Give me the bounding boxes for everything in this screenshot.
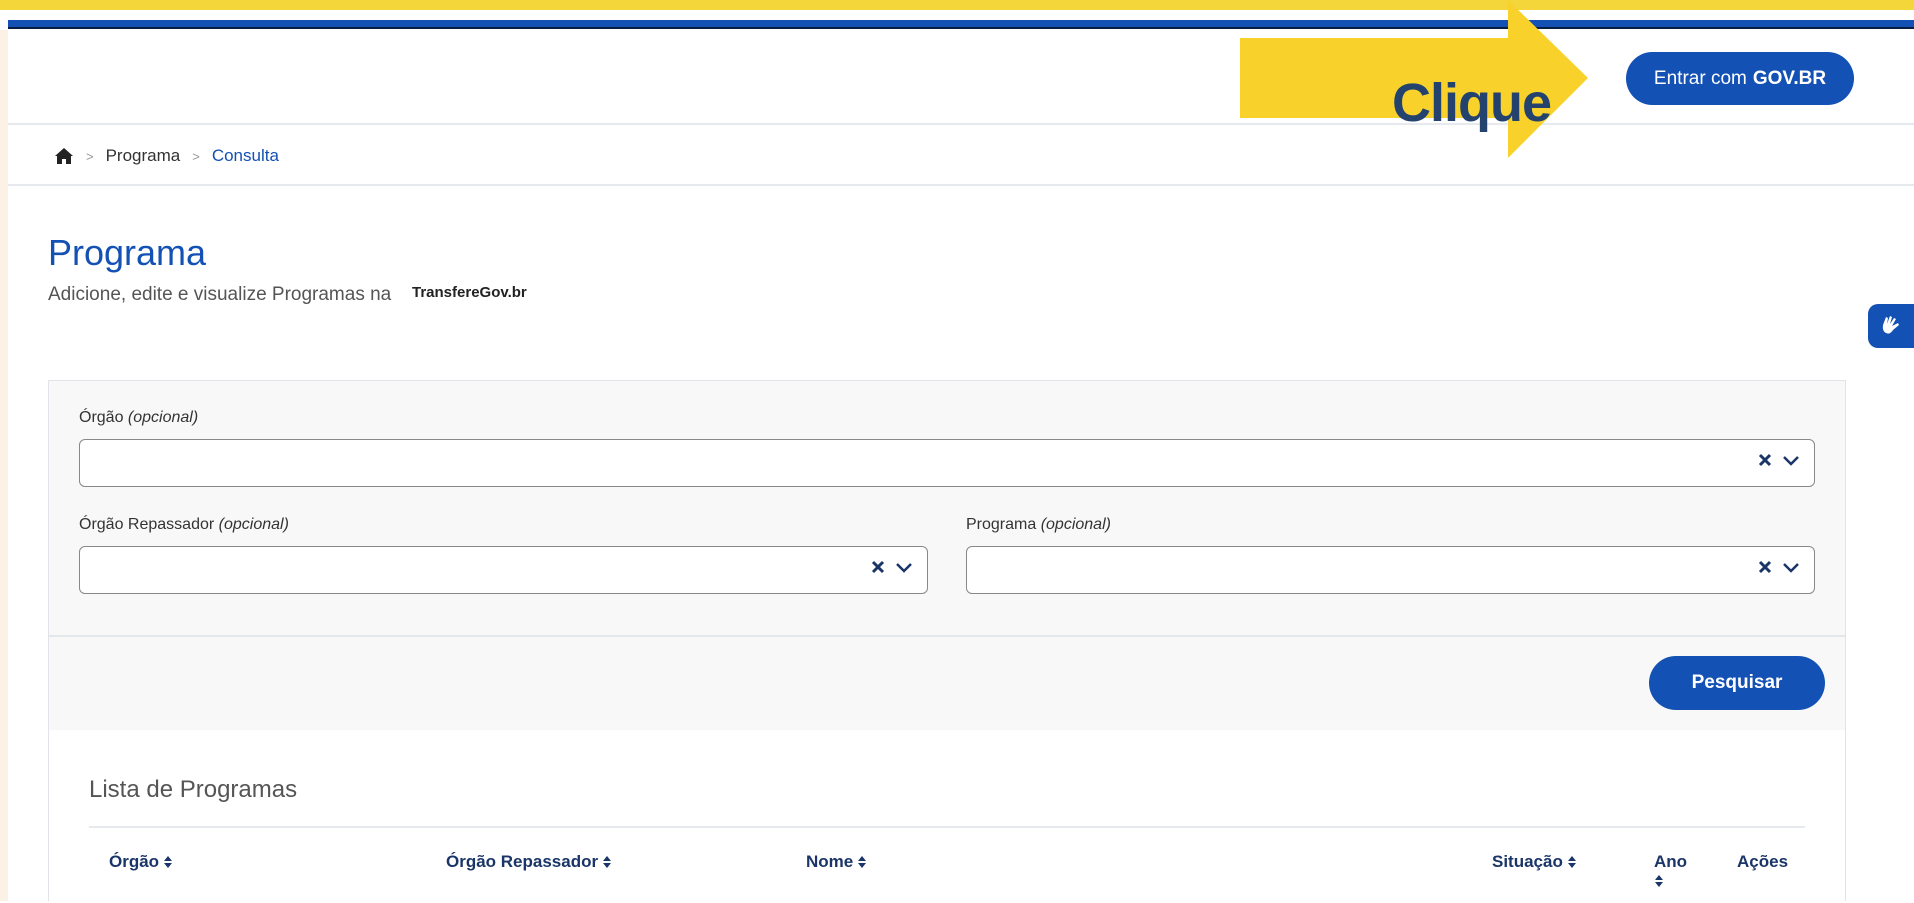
brand-name: TransfereGov.br	[412, 284, 527, 301]
results-section: Lista de Programas Órgão Órgão Repassado…	[48, 730, 1846, 901]
breadcrumb-divider	[8, 184, 1914, 186]
breadcrumb-item-consulta: Consulta	[211, 146, 279, 165]
orgao-optional-text: (opcional)	[127, 409, 199, 426]
column-header-label: Situação	[1492, 852, 1563, 871]
column-header-ano[interactable]: Ano	[1654, 852, 1687, 888]
breadcrumb-item-programa[interactable]: Programa	[106, 146, 181, 166]
breadcrumb: > Programa > Consulta	[54, 146, 279, 166]
home-icon[interactable]	[54, 147, 74, 165]
table-header: Órgão Órgão Repassador Nome Situação Ano…	[89, 826, 1805, 903]
sort-icon	[1567, 856, 1576, 868]
column-header-orgao-repassador[interactable]: Órgão Repassador	[446, 852, 612, 872]
sign-language-icon	[1882, 316, 1899, 334]
column-header-acoes: Ações	[1737, 852, 1788, 872]
sort-icon	[858, 856, 867, 868]
orgao-repassador-optional-text: (opcional)	[218, 516, 289, 533]
orgao-label: Órgão (opcional)	[79, 409, 198, 427]
page-title: Programa	[48, 232, 207, 273]
column-header-nome[interactable]: Nome	[806, 852, 867, 872]
login-prefix: Entrar com	[1653, 67, 1747, 89]
filter-panel: Órgão (opcional) Órgão Repassador (opcio…	[48, 380, 1846, 732]
column-header-situacao[interactable]: Situação	[1492, 852, 1577, 872]
orgao-repassador-label-text: Órgão Repassador	[79, 516, 215, 533]
sort-icon	[164, 856, 173, 868]
page-subtitle: Adicione, edite e visualize Programas na	[48, 284, 392, 305]
chevron-down-icon[interactable]	[895, 560, 913, 574]
top-brand-bar	[8, 20, 1914, 29]
results-title: Lista de Programas	[89, 776, 298, 803]
column-header-label: Órgão	[109, 852, 160, 871]
chevron-down-icon[interactable]	[1782, 453, 1800, 467]
clear-icon[interactable]	[1758, 453, 1772, 467]
filter-divider	[49, 635, 1845, 637]
programa-label: Programa (opcional)	[966, 516, 1111, 534]
login-govbr-button[interactable]: Entrar com GOV.BR	[1626, 52, 1854, 105]
clear-icon[interactable]	[871, 560, 885, 574]
callout-text: Clique	[1392, 73, 1552, 133]
column-header-orgao[interactable]: Órgão	[109, 852, 173, 872]
orgao-repassador-label: Órgão Repassador (opcional)	[79, 516, 289, 534]
programa-select[interactable]	[966, 546, 1815, 594]
orgao-select[interactable]	[79, 439, 1815, 487]
search-button[interactable]: Pesquisar	[1649, 656, 1825, 710]
sort-icon	[603, 856, 612, 868]
top-accent-bar	[0, 0, 1914, 10]
breadcrumb-separator: >	[192, 148, 200, 164]
column-header-label: Órgão Repassador	[446, 852, 599, 871]
column-header-label: Nome	[806, 852, 854, 871]
column-header-label: Ações	[1737, 852, 1789, 871]
side-decoration	[0, 30, 8, 901]
chevron-down-icon[interactable]	[1782, 560, 1800, 574]
programa-label-text: Programa	[966, 516, 1037, 533]
sort-icon	[1655, 875, 1663, 887]
orgao-repassador-select[interactable]	[79, 546, 928, 594]
login-brand: GOV.BR	[1752, 67, 1827, 89]
programa-optional-text: (opcional)	[1040, 516, 1111, 533]
breadcrumb-separator: >	[86, 148, 94, 164]
clear-icon[interactable]	[1758, 560, 1772, 574]
vlibras-accessibility-button[interactable]	[1868, 304, 1914, 348]
orgao-label-text: Órgão	[79, 409, 124, 426]
column-header-label: Ano	[1654, 852, 1688, 871]
